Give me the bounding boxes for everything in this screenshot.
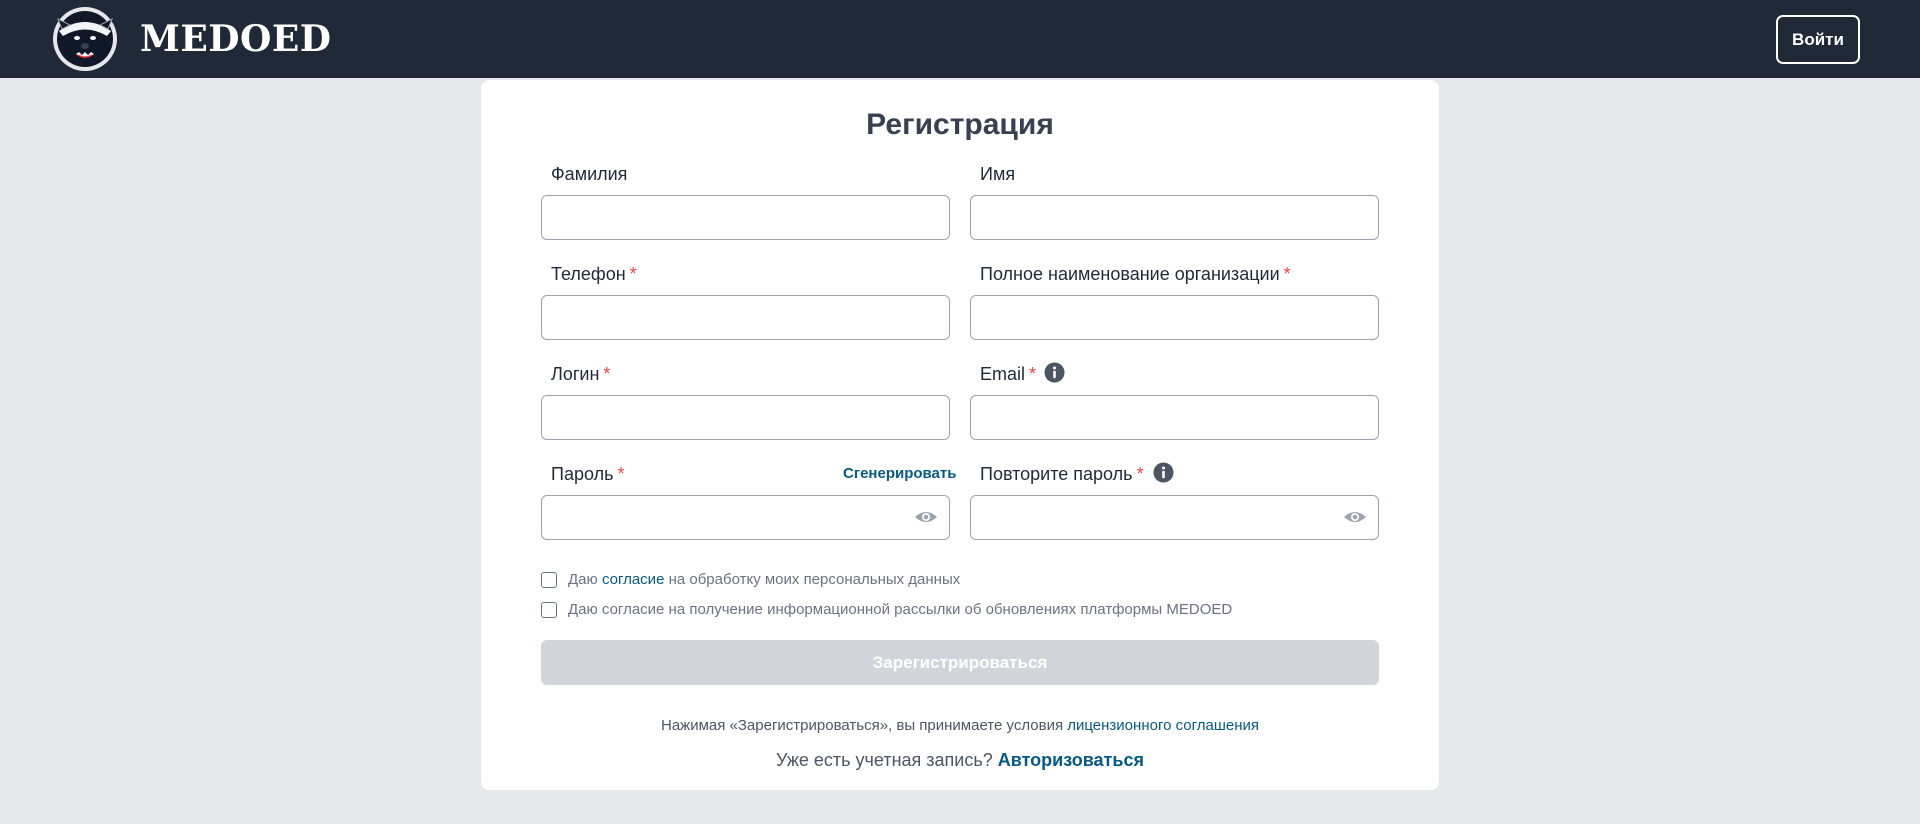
login-label-text: Логин xyxy=(551,364,600,384)
required-mark: * xyxy=(629,264,637,284)
have-account-row: Уже есть учетная запись? Авторизоваться xyxy=(481,748,1439,772)
phone-label-text: Телефон xyxy=(551,264,626,284)
required-mark: * xyxy=(603,364,611,384)
consent-prefix: Даю xyxy=(568,571,598,588)
terms-notice: Нажимая «Зарегистрироваться», вы принима… xyxy=(481,716,1439,736)
phone-input[interactable] xyxy=(541,295,950,340)
password-input[interactable] xyxy=(541,495,950,540)
password-label: Пароль * xyxy=(551,462,624,486)
last-name-input[interactable] xyxy=(541,195,950,240)
email-label-text: Email xyxy=(980,364,1026,384)
consent-newsletter-checkbox[interactable] xyxy=(541,602,557,618)
page-title: Регистрация xyxy=(866,108,1054,141)
license-agreement-link[interactable]: лицензионного соглашения xyxy=(1067,717,1259,734)
password-repeat-label-text: Повторите пароль xyxy=(980,464,1133,484)
required-mark: * xyxy=(1136,464,1144,484)
required-mark: * xyxy=(1283,264,1291,284)
consent-personal-checkbox[interactable] xyxy=(541,572,557,588)
consent-newsletter-text: Даю согласие на получение информационной… xyxy=(568,601,1233,618)
required-mark: * xyxy=(1029,364,1037,384)
first-name-label-text: Имя xyxy=(980,164,1016,184)
have-account-text: Уже есть учетная запись? xyxy=(776,750,993,770)
email-label: Email * xyxy=(980,362,1036,386)
eye-icon[interactable] xyxy=(914,505,938,529)
consent-suffix: на обработку моих персональных данных xyxy=(668,571,961,588)
top-navbar: MEDOED Войти xyxy=(0,0,1920,78)
organization-input[interactable] xyxy=(970,295,1379,340)
password-label-text: Пароль xyxy=(551,464,614,484)
honey-badger-logo[interactable] xyxy=(50,5,120,73)
login-input[interactable] xyxy=(541,395,950,440)
first-name-label: Имя xyxy=(980,162,1015,186)
last-name-label-text: Фамилия xyxy=(551,164,628,184)
last-name-label: Фамилия xyxy=(551,162,627,186)
email-input[interactable] xyxy=(970,395,1379,440)
password-repeat-input[interactable] xyxy=(970,495,1379,540)
generate-password-link[interactable]: Сгенерировать xyxy=(843,464,956,484)
email-info-icon[interactable] xyxy=(1044,362,1065,383)
password-repeat-info-icon[interactable] xyxy=(1153,462,1174,483)
organization-label-text: Полное наименование организации xyxy=(980,264,1280,284)
first-name-input[interactable] xyxy=(970,195,1379,240)
password-repeat-label: Повторите пароль * xyxy=(980,462,1144,486)
required-mark: * xyxy=(617,464,625,484)
consent-personal-text: Даю согласие на обработку моих персональ… xyxy=(568,570,960,590)
organization-label: Полное наименование организации * xyxy=(980,262,1291,286)
terms-text: Нажимая «Зарегистрироваться», вы принима… xyxy=(660,717,1064,734)
registration-card: Регистрация Фамилия Имя Телефон * Полное … xyxy=(481,80,1439,790)
authorize-link[interactable]: Авторизоваться xyxy=(998,750,1144,770)
header-login-button[interactable]: Войти xyxy=(1776,15,1860,64)
eye-icon[interactable] xyxy=(1343,505,1367,529)
login-label: Логин * xyxy=(551,362,610,386)
consent-link[interactable]: согласие xyxy=(602,571,664,588)
brand-name: MEDOED xyxy=(140,18,332,60)
register-button[interactable]: Зарегистрироваться xyxy=(541,640,1379,685)
phone-label: Телефон * xyxy=(551,262,637,286)
